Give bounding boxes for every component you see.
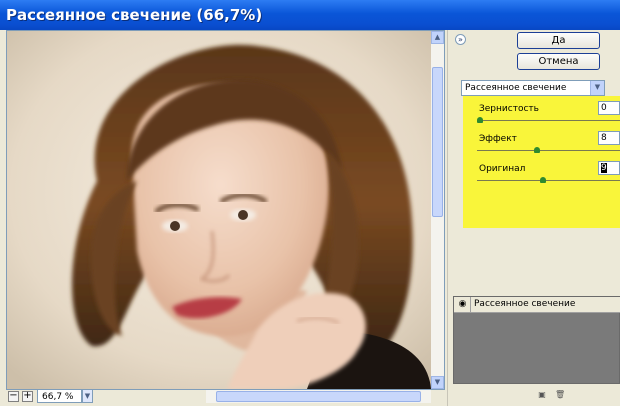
original-field[interactable]: 9	[598, 161, 620, 175]
new-effect-layer-icon[interactable]: ▣	[537, 390, 547, 400]
preview-pane[interactable]: ▲ ▼	[6, 30, 445, 390]
effect-slider-track[interactable]	[477, 150, 620, 151]
title-bar: Рассеянное свечение (66,7%)	[0, 0, 620, 30]
zoom-level-field[interactable]: 66,7 %	[37, 389, 82, 403]
original-label: Оригинал	[479, 164, 526, 174]
original-slider-knob[interactable]	[540, 177, 546, 183]
effect-slider-knob[interactable]	[534, 147, 540, 153]
vertical-scroll-thumb[interactable]	[432, 67, 443, 217]
scroll-up-arrow[interactable]: ▲	[431, 31, 444, 44]
original-slider-track[interactable]	[477, 180, 620, 181]
filter-dialog: ▲ ▼ − + 66,7 % ▼ » Да Отмена Рассеянное …	[0, 30, 620, 406]
zoom-bar: − + 66,7 % ▼	[6, 389, 443, 405]
preview-image[interactable]	[7, 31, 431, 389]
original-field-value: 9	[601, 163, 607, 173]
preview-horizontal-scrollbar[interactable]	[206, 390, 431, 403]
collapse-gallery-button[interactable]: »	[455, 34, 466, 45]
zoom-out-button[interactable]: −	[8, 391, 19, 402]
filter-parameters: Зернистость 0 Эффект 8 Оригинал 9	[463, 96, 620, 228]
cancel-button[interactable]: Отмена	[517, 53, 600, 70]
layer-divider	[470, 297, 471, 313]
filter-select[interactable]: Рассеянное свечение ▼	[461, 80, 605, 96]
graininess-field[interactable]: 0	[598, 101, 620, 115]
filter-select-value: Рассеянное свечение	[465, 83, 567, 93]
panel-separator	[447, 30, 448, 406]
portrait-photo	[7, 31, 431, 389]
graininess-label: Зернистость	[479, 104, 539, 114]
zoom-in-button[interactable]: +	[22, 391, 33, 402]
eye-icon[interactable]: ◉	[456, 298, 469, 311]
effect-layer-name: Рассеянное свечение	[474, 299, 576, 309]
scroll-down-arrow[interactable]: ▼	[431, 376, 444, 389]
effect-layers-panel: ◉ Рассеянное свечение	[453, 296, 620, 384]
chevron-down-icon[interactable]: ▼	[590, 81, 604, 95]
graininess-slider-knob[interactable]	[477, 117, 483, 123]
delete-effect-layer-icon[interactable]: 🗑	[555, 390, 565, 400]
window-title: Рассеянное свечение (66,7%)	[6, 6, 263, 24]
preview-vertical-scrollbar[interactable]: ▲ ▼	[431, 31, 444, 389]
ok-button[interactable]: Да	[517, 32, 600, 49]
graininess-slider-track[interactable]	[477, 120, 620, 121]
effect-label: Эффект	[479, 134, 517, 144]
effect-layer-row[interactable]: ◉ Рассеянное свечение	[454, 297, 620, 313]
horizontal-scroll-thumb[interactable]	[216, 391, 421, 402]
zoom-dropdown-button[interactable]: ▼	[82, 389, 93, 403]
effect-field[interactable]: 8	[598, 131, 620, 145]
